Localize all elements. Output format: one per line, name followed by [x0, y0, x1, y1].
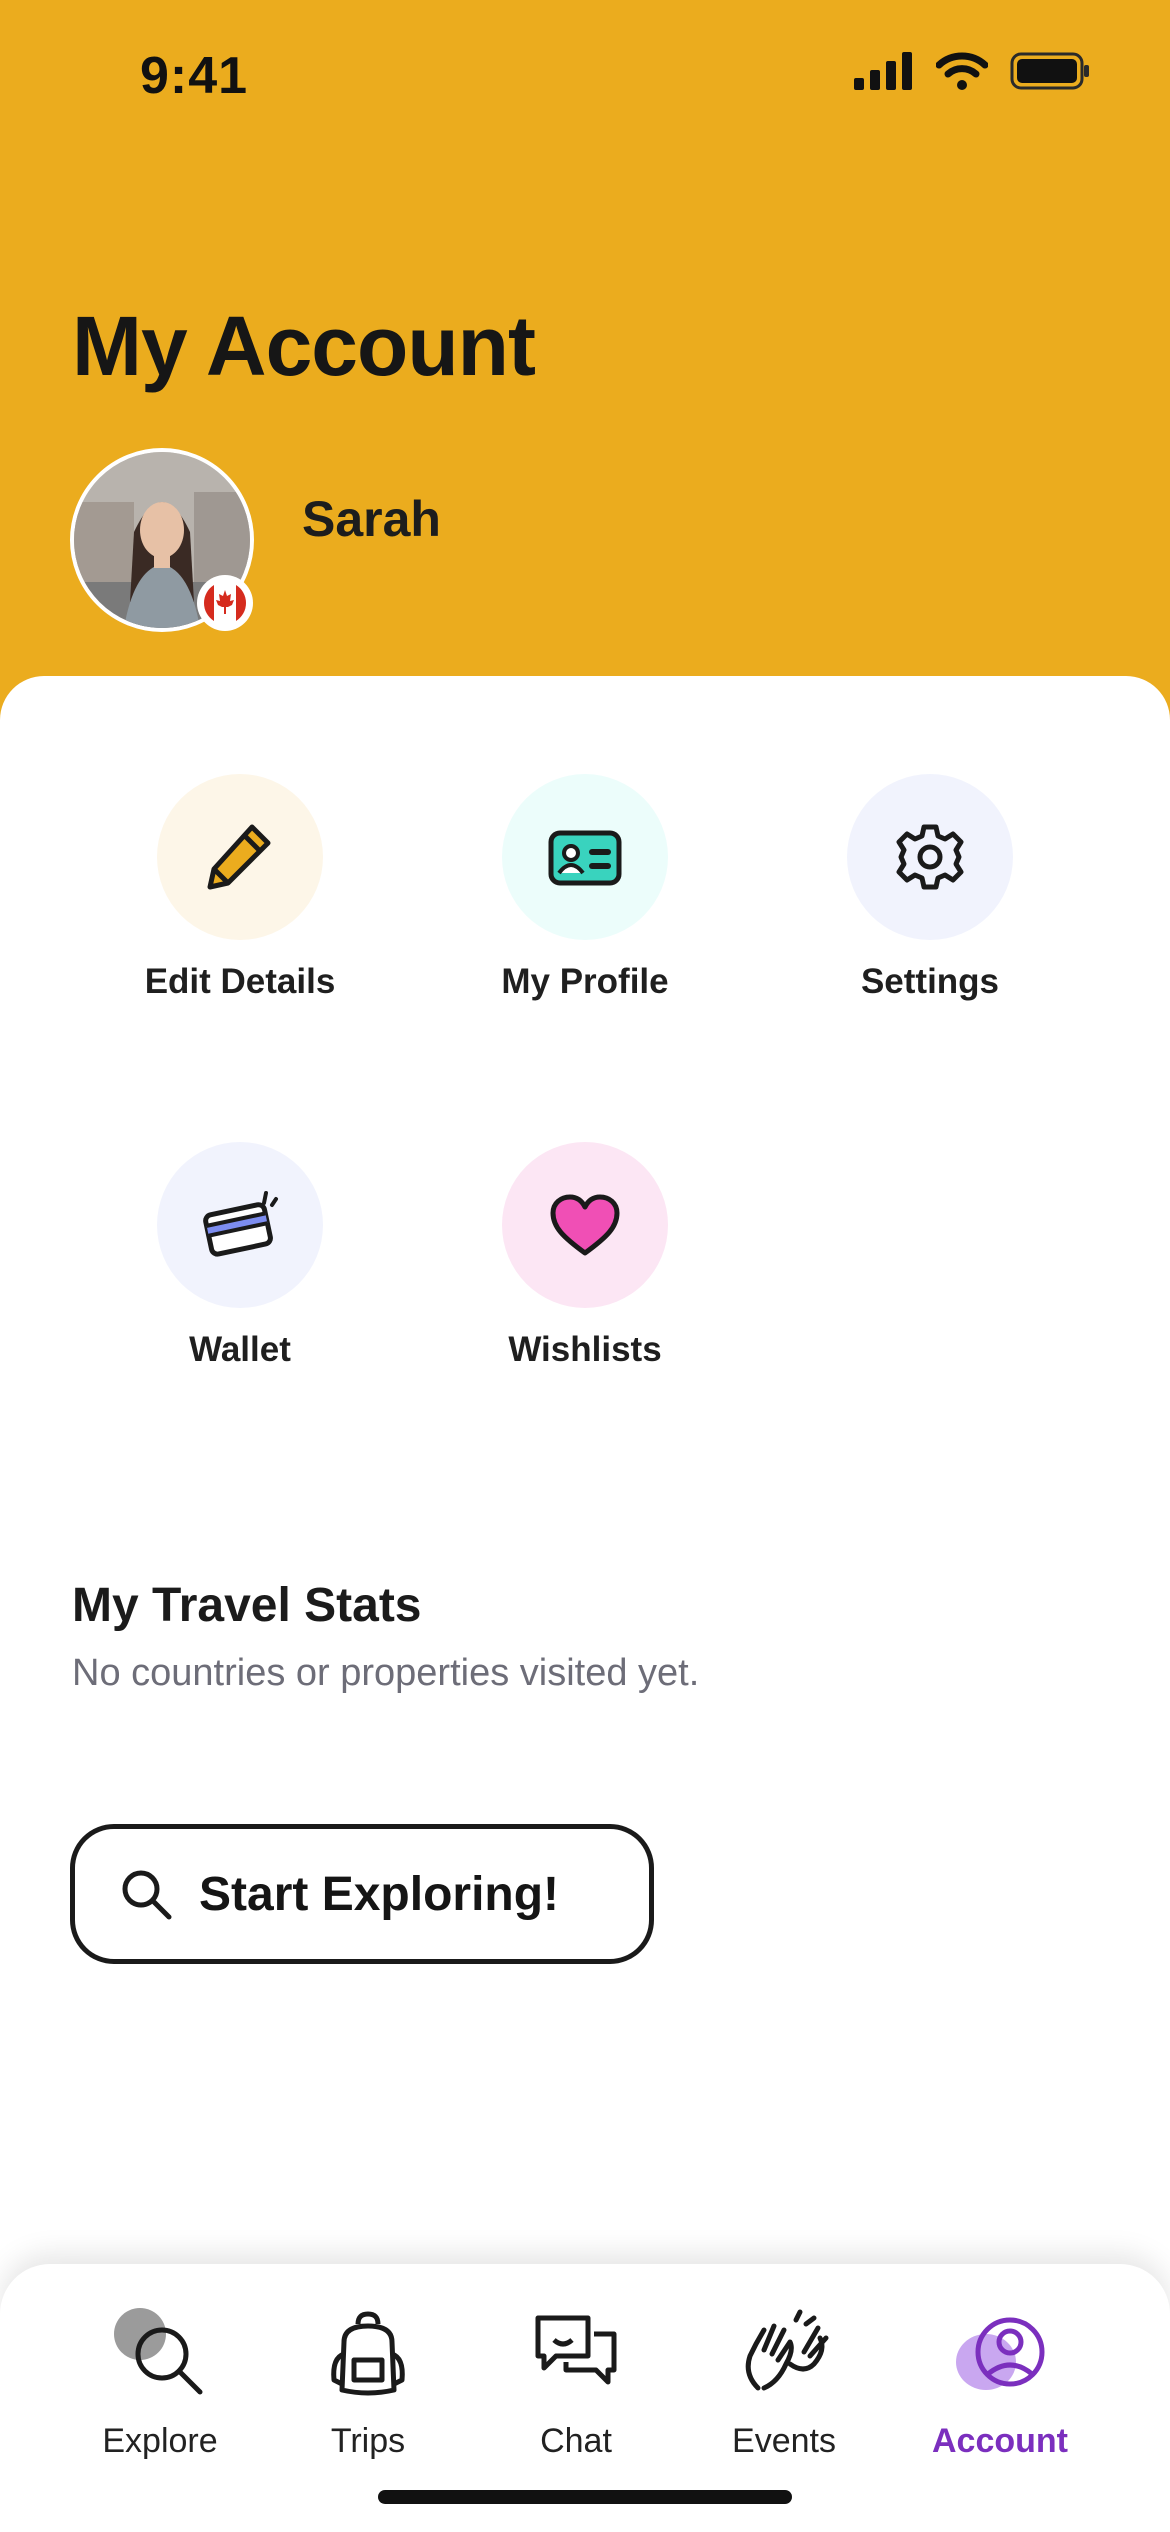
waving-hands-icon	[745, 2309, 829, 2391]
pencil-icon	[207, 824, 271, 890]
canada-flag-icon	[200, 578, 250, 628]
tab-chat-label: Chat	[540, 2422, 612, 2460]
search-icon	[122, 1870, 172, 1920]
edit-details-icon-bg	[157, 774, 323, 940]
tab-trips-label: Trips	[330, 2422, 406, 2460]
tab-events[interactable]: Events	[684, 2304, 884, 2461]
settings-button[interactable]: Settings	[780, 774, 1080, 1002]
credit-card-icon	[203, 1191, 278, 1257]
tab-trips[interactable]: Trips	[268, 2304, 468, 2461]
my-profile-label: My Profile	[501, 962, 669, 1001]
start-exploring-button[interactable]: Start Exploring!	[70, 1824, 654, 1964]
wallet-icon-bg	[157, 1142, 323, 1308]
travel-stats-title: My Travel Stats	[72, 1579, 422, 1632]
edit-details-button[interactable]: Edit Details	[90, 774, 390, 1002]
search-icon	[114, 2308, 203, 2395]
cellular-signal-icon	[854, 52, 912, 90]
avatar-container[interactable]	[70, 448, 254, 632]
tab-chat[interactable]: Chat	[476, 2304, 676, 2461]
account-header: 9:41 My Account Sarah	[0, 0, 1170, 720]
page-title: My Account	[72, 299, 536, 393]
user-circle-icon	[956, 2317, 1045, 2390]
start-exploring-label: Start Exploring!	[199, 1867, 560, 1921]
battery-icon	[1010, 52, 1089, 90]
user-name: Sarah	[302, 491, 441, 547]
chat-bubbles-icon	[535, 2315, 617, 2385]
backpack-icon	[331, 2311, 405, 2396]
wifi-icon	[936, 52, 988, 90]
id-card-icon	[548, 830, 622, 886]
wishlists-icon-bg	[502, 1142, 668, 1308]
my-profile-button[interactable]: My Profile	[435, 774, 735, 1002]
tab-explore[interactable]: Explore	[60, 2304, 260, 2461]
tab-events-label: Events	[732, 2422, 836, 2460]
status-icons	[854, 52, 1090, 90]
wishlists-label: Wishlists	[508, 1330, 662, 1369]
travel-stats-subtitle: No countries or properties visited yet.	[72, 1652, 700, 1694]
gear-icon	[896, 824, 964, 890]
wishlists-button[interactable]: Wishlists	[435, 1142, 735, 1370]
wallet-button[interactable]: Wallet	[90, 1142, 390, 1370]
my-profile-icon-bg	[502, 774, 668, 940]
tab-explore-label: Explore	[102, 2422, 218, 2460]
settings-label: Settings	[860, 962, 1000, 1001]
home-indicator	[378, 2490, 792, 2504]
status-time: 9:41	[140, 47, 249, 105]
settings-icon-bg	[847, 774, 1013, 940]
tab-account[interactable]: Account	[900, 2304, 1100, 2461]
wallet-label: Wallet	[189, 1330, 291, 1369]
heart-icon	[550, 1194, 620, 1256]
tab-account-label: Account	[932, 2422, 1068, 2460]
edit-details-label: Edit Details	[144, 962, 336, 1001]
